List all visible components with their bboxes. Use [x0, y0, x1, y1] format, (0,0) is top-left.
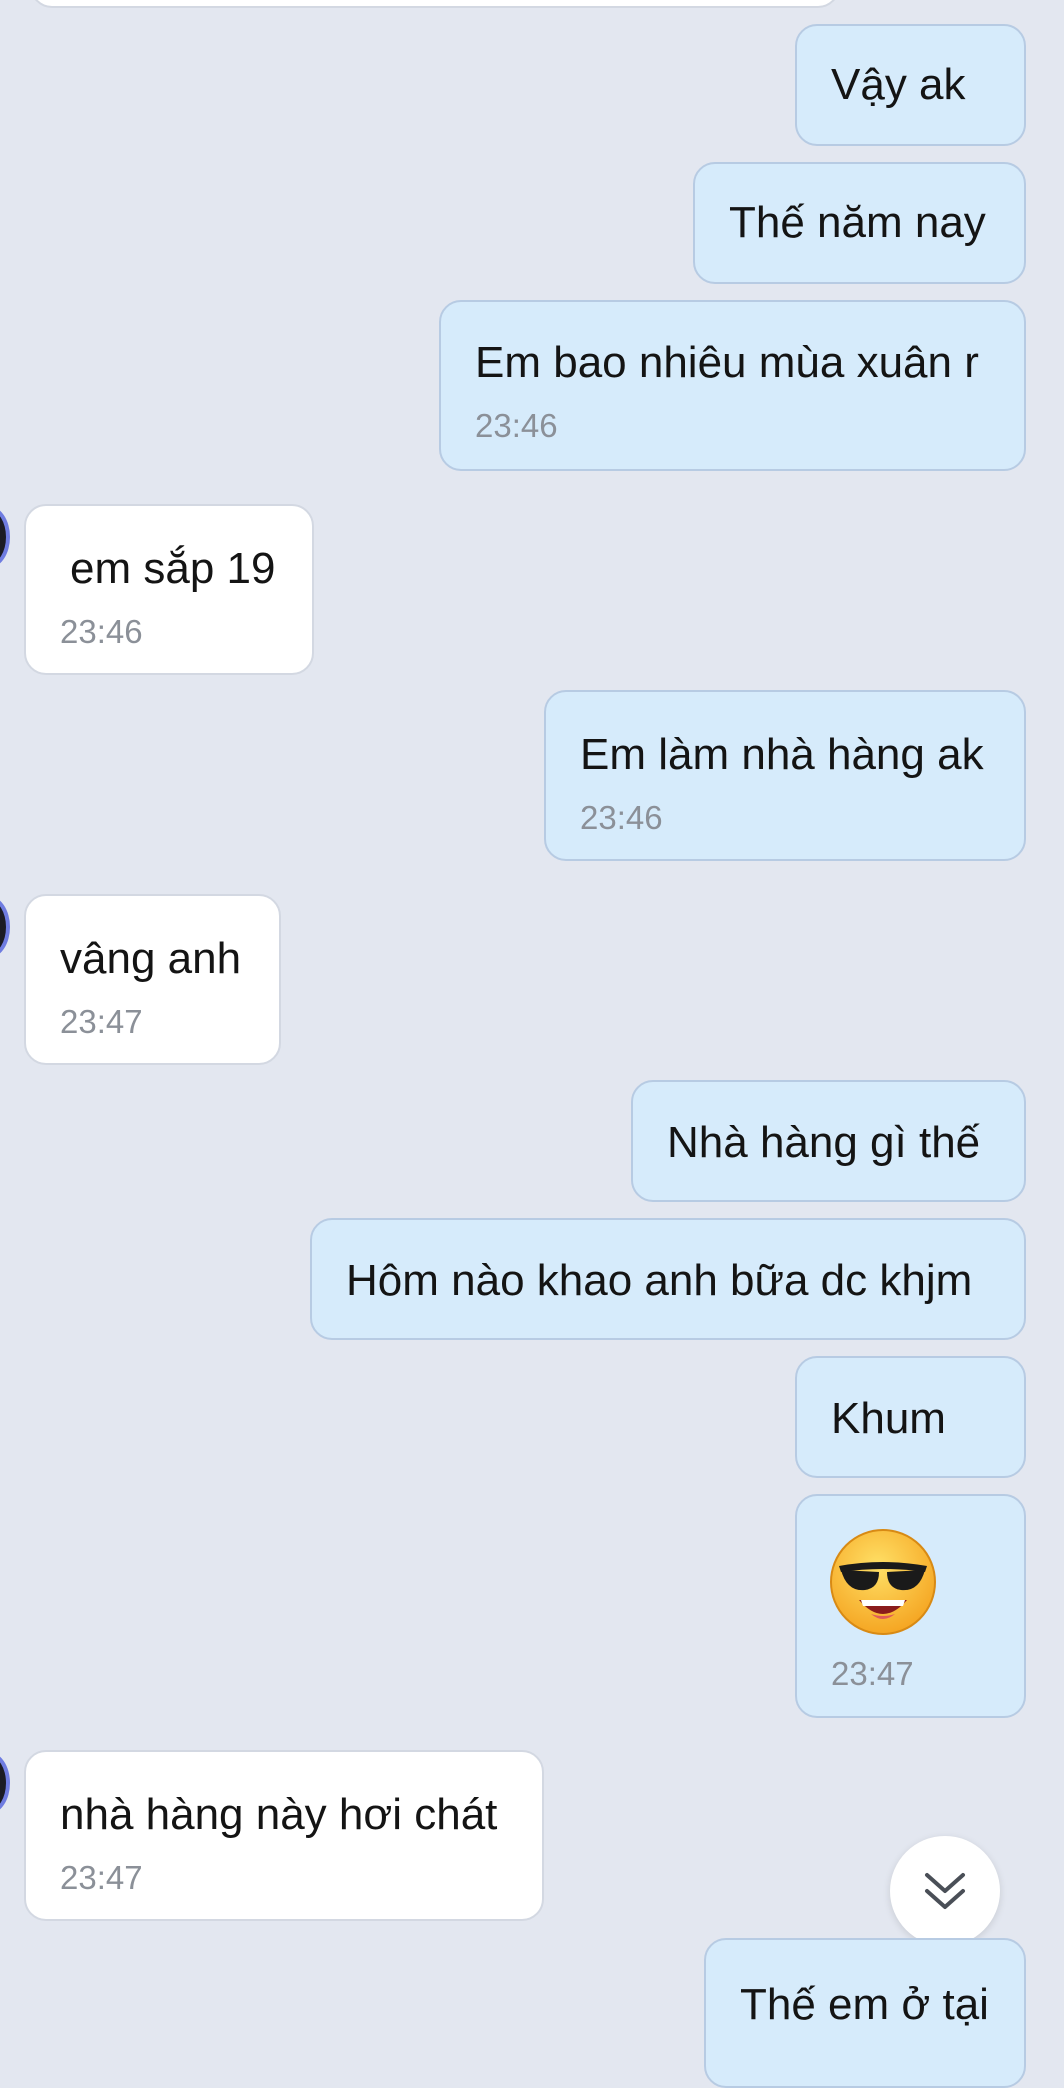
message-text: Khum	[831, 1394, 946, 1443]
message-bubble-sent[interactable]: 23:47	[795, 1494, 1026, 1718]
message-bubble-sent[interactable]: Khum	[795, 1356, 1026, 1478]
message-text: Thế em ở tại	[740, 1980, 989, 2029]
message-bubble-sent[interactable]: Vậy ak	[795, 24, 1026, 146]
message-text: nhà hàng này hơi chát	[60, 1790, 498, 1839]
message-bubble-received[interactable]: vâng anh 23:47	[24, 894, 281, 1065]
message-timestamp: 23:46	[475, 407, 558, 444]
message-bubble-sent[interactable]: Hôm nào khao anh bữa dc khjm	[310, 1218, 1026, 1340]
previous-message-bubble[interactable]	[30, 0, 840, 8]
message-text: Thế năm nay	[729, 198, 986, 247]
cool-sunglasses-emoji-icon	[829, 1528, 937, 1636]
message-bubble-received[interactable]: em sắp 19 23:46	[24, 504, 314, 675]
message-bubble-sent[interactable]: Thế em ở tại	[704, 1938, 1026, 2088]
message-bubble-sent[interactable]: Thế năm nay	[693, 162, 1026, 284]
message-text: vâng anh	[60, 934, 242, 983]
message-bubble-sent[interactable]: Em làm nhà hàng ak 23:46	[544, 690, 1026, 861]
message-text: Em làm nhà hàng ak	[580, 730, 984, 779]
contact-avatar-icon[interactable]	[0, 1752, 10, 1814]
message-bubble-sent[interactable]: Em bao nhiêu mùa xuân r 23:46	[439, 300, 1026, 471]
contact-avatar-icon[interactable]	[0, 506, 10, 568]
message-text: Nhà hàng gì thế	[667, 1118, 981, 1167]
message-timestamp: 23:46	[60, 613, 143, 650]
message-text: Hôm nào khao anh bữa dc khjm	[346, 1256, 973, 1305]
message-timestamp: 23:46	[580, 799, 663, 836]
message-text: em sắp 19	[70, 544, 276, 593]
scroll-to-bottom-button[interactable]	[890, 1836, 1000, 1946]
double-chevron-down-icon	[925, 1873, 965, 1909]
contact-avatar-icon[interactable]	[0, 896, 10, 958]
message-timestamp: 23:47	[60, 1859, 143, 1896]
message-text: Em bao nhiêu mùa xuân r	[475, 338, 979, 387]
message-timestamp: 23:47	[60, 1003, 143, 1040]
message-bubble-sent[interactable]: Nhà hàng gì thế	[631, 1080, 1026, 1202]
message-bubble-received[interactable]: nhà hàng này hơi chát 23:47	[24, 1750, 544, 1921]
message-text: Vậy ak	[831, 60, 966, 109]
message-timestamp: 23:47	[831, 1655, 914, 1692]
